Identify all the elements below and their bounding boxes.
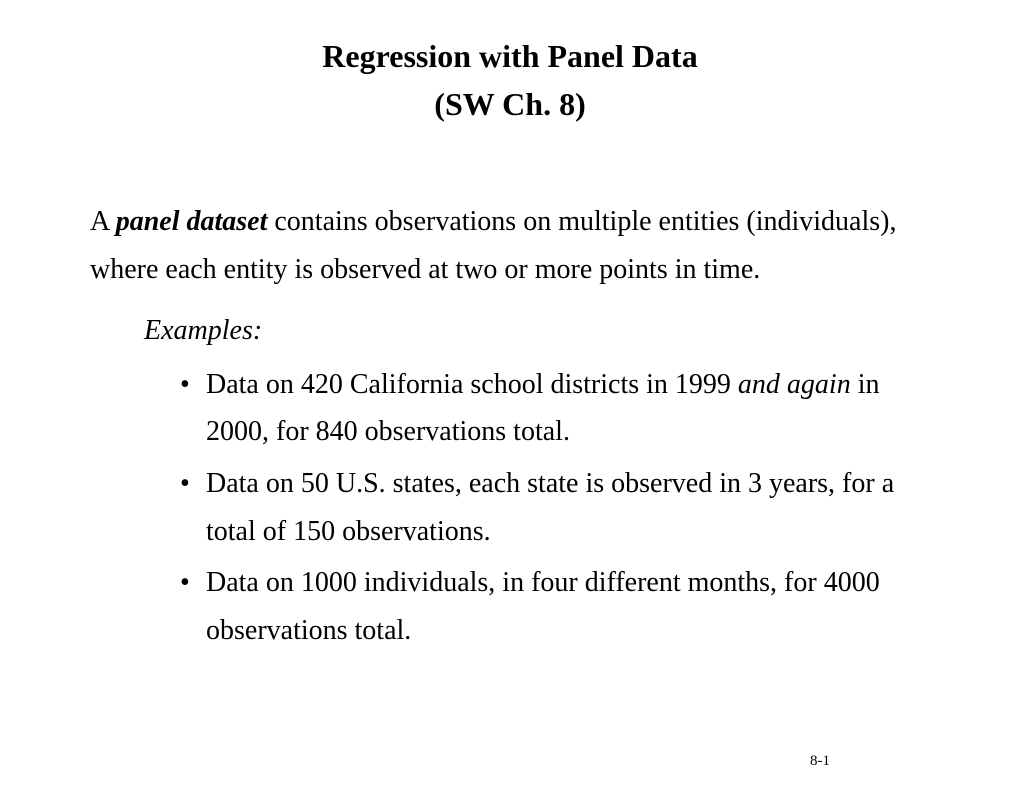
bullet-text-pre: Data on 420 California school districts … [206, 369, 738, 400]
list-item: Data on 50 U.S. states, each state is ob… [180, 460, 930, 555]
page-number: 8-1 [810, 753, 830, 770]
examples-list: Data on 420 California school districts … [180, 361, 930, 655]
body-content: A panel dataset contains observations on… [90, 198, 930, 654]
bullet-text-pre: Data on 50 U.S. states, each state is ob… [206, 468, 894, 547]
bullet-text-italic: and again [738, 369, 851, 400]
definition-prefix: A [90, 206, 116, 237]
list-item: Data on 1000 individuals, in four differ… [180, 559, 930, 654]
examples-colon: : [253, 315, 262, 346]
title-block: Regression with Panel Data (SW Ch. 8) [90, 32, 930, 128]
title-main: Regression with Panel Data [90, 32, 930, 80]
examples-label-text: Examples [144, 315, 253, 346]
title-sub: (SW Ch. 8) [90, 80, 930, 128]
list-item: Data on 420 California school districts … [180, 361, 930, 456]
bullet-text-pre: Data on 1000 individuals, in four differ… [206, 567, 880, 646]
definition-term: panel dataset [116, 206, 268, 237]
examples-label: Examples: [144, 307, 930, 355]
definition-paragraph: A panel dataset contains observations on… [90, 198, 930, 293]
